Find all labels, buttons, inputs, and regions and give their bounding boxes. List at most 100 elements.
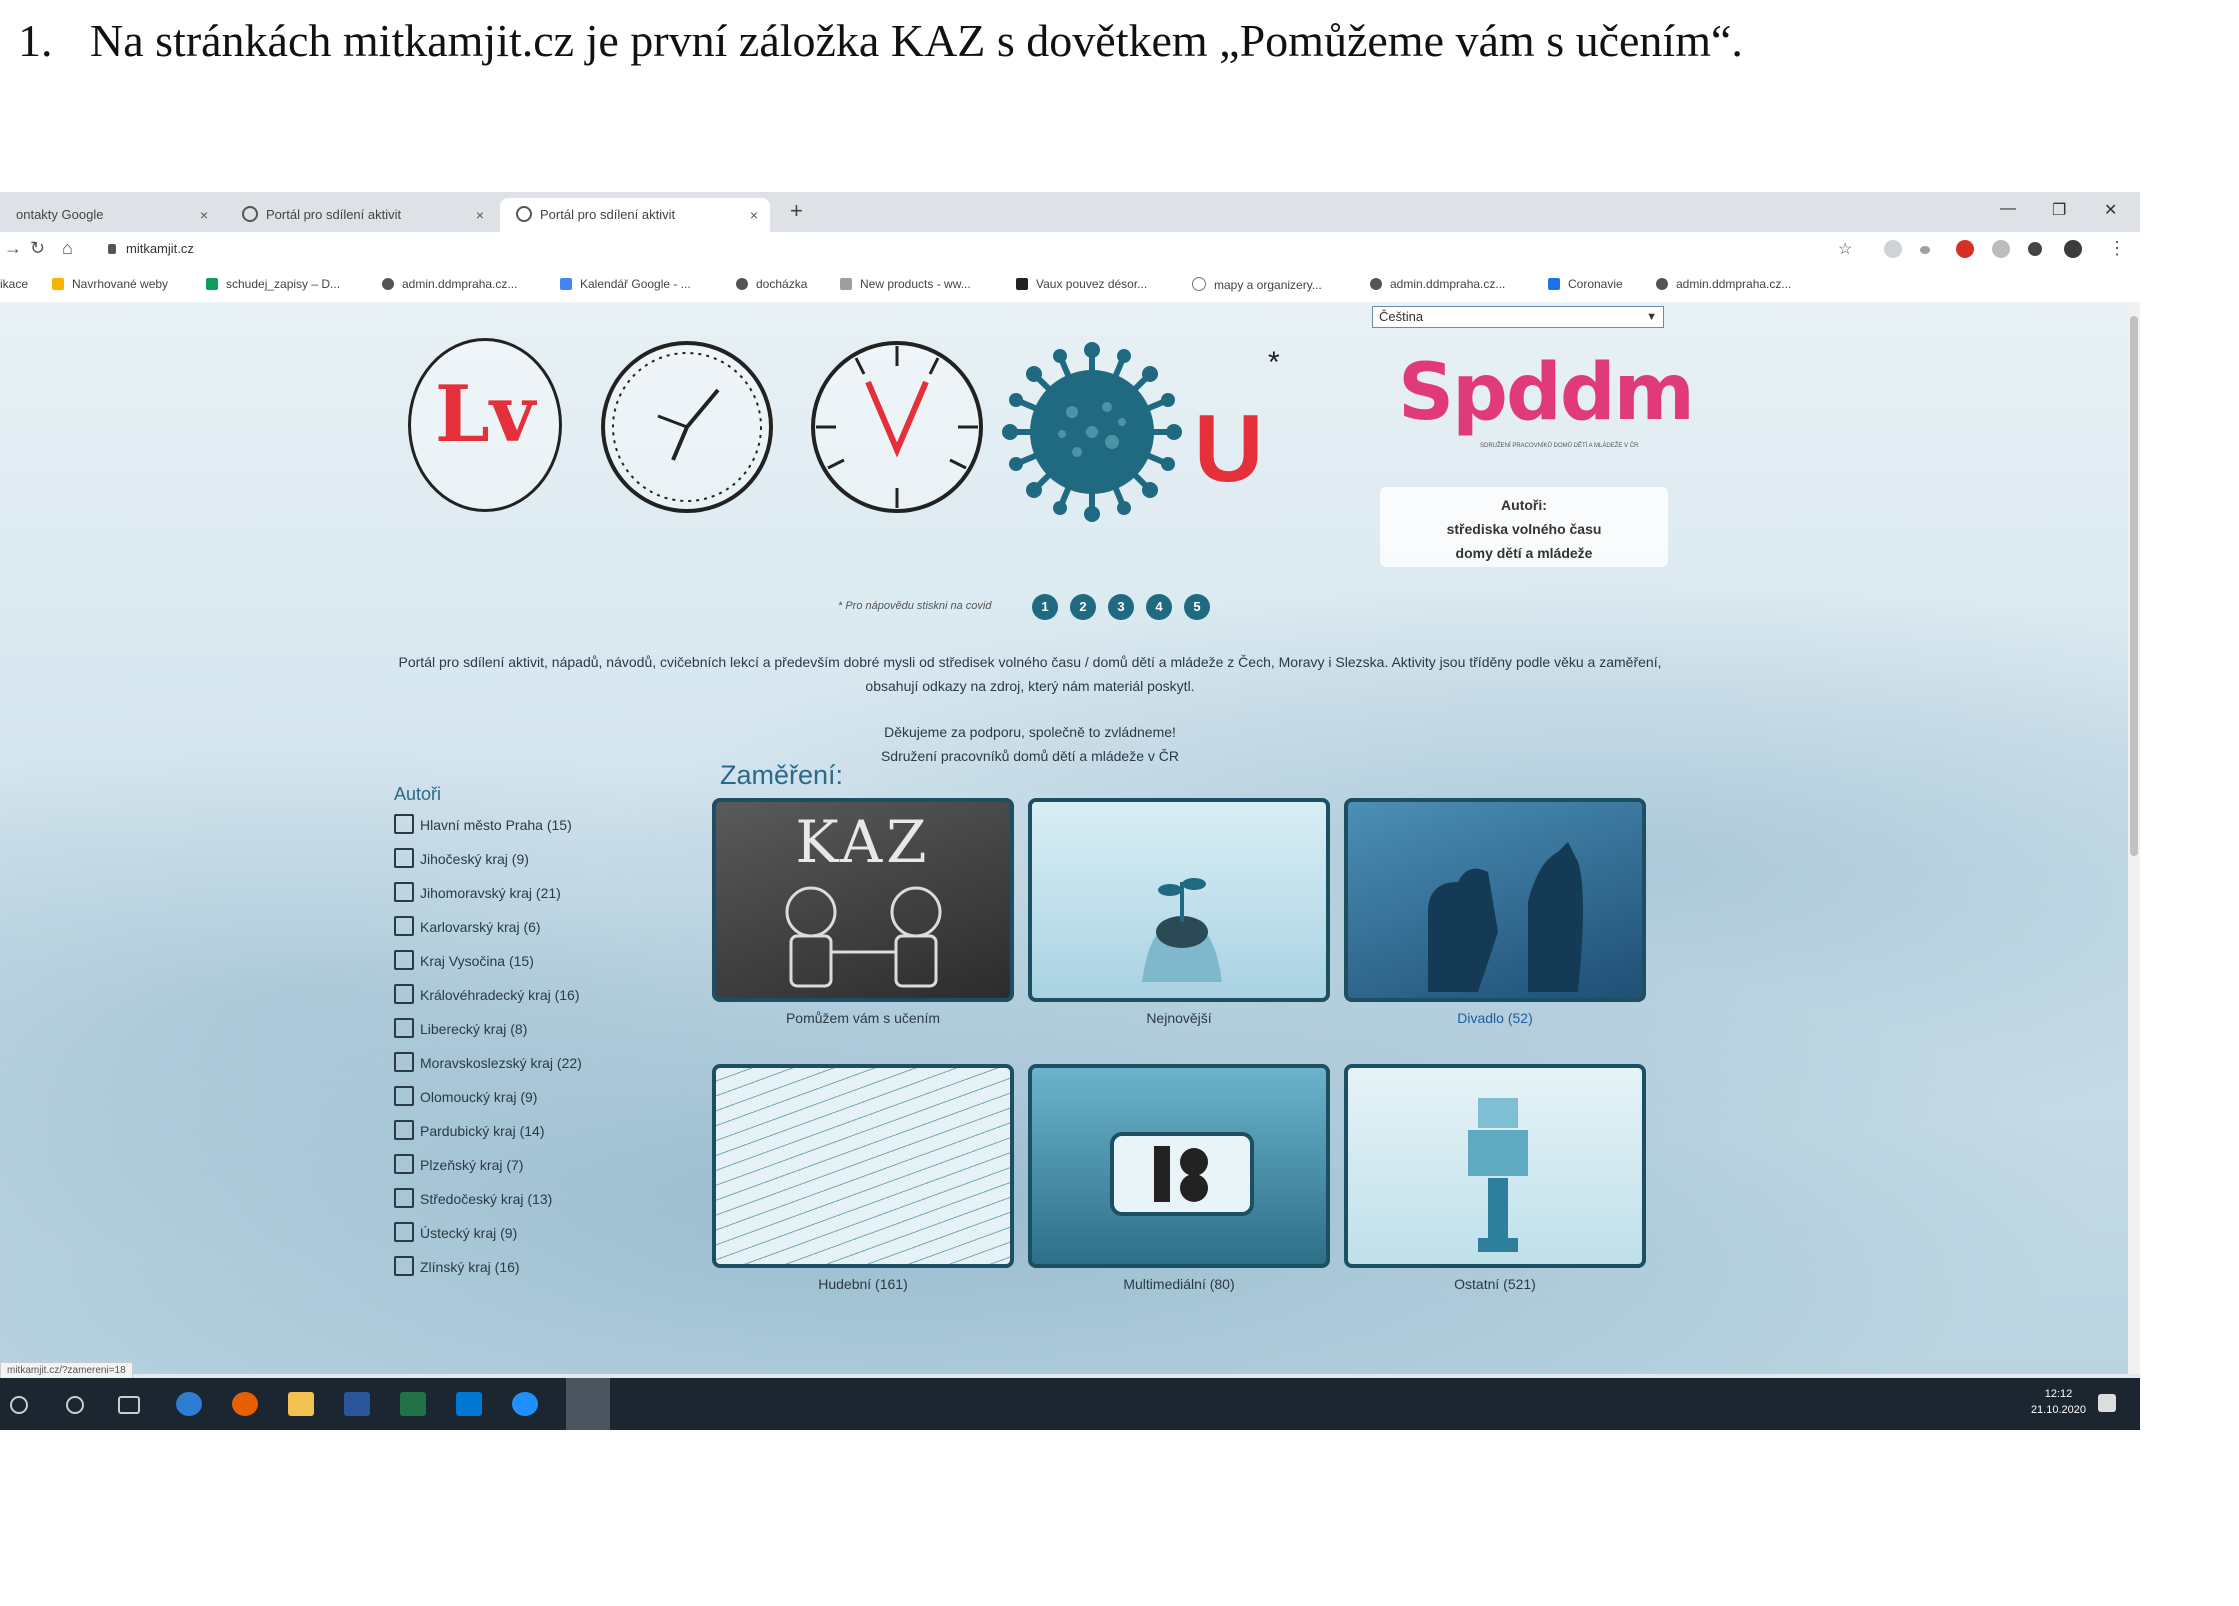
covid-button-2[interactable]: 2 (1070, 594, 1096, 620)
tile-newest[interactable] (1028, 798, 1330, 1002)
minimize-icon[interactable]: — (2000, 200, 2016, 218)
search-icon[interactable] (10, 1396, 28, 1414)
maximize-icon[interactable]: ❐ (2052, 200, 2066, 220)
region-link[interactable]: Středočeský kraj (13) (394, 1188, 552, 1208)
map-icon (394, 950, 414, 970)
notification-icon[interactable] (2098, 1394, 2116, 1412)
window-close-icon[interactable]: ✕ (2104, 200, 2117, 220)
region-link[interactable]: Zlínský kraj (16) (394, 1256, 520, 1276)
extension-icon[interactable] (1956, 240, 1974, 258)
globe-icon (242, 206, 258, 222)
tile-theatre-label[interactable]: Divadlo (52) (1344, 1010, 1646, 1026)
tile-theatre[interactable] (1344, 798, 1646, 1002)
map-icon (394, 1018, 414, 1038)
tile-kaz[interactable]: KAZ (712, 798, 1014, 1002)
edge-icon[interactable] (176, 1392, 202, 1416)
windows-taskbar: 12:12 21.10.2020 (0, 1378, 2140, 1430)
browser-tab-bar: ontakty Google × Portál pro sdílení akti… (0, 192, 2140, 232)
bookmark[interactable]: Coronavie (1548, 277, 1623, 291)
forward-icon[interactable]: → (4, 238, 22, 259)
globe-icon (1656, 278, 1668, 290)
reload-icon[interactable]: ↻ (30, 238, 45, 259)
bookmark[interactable]: docházka (736, 277, 807, 291)
region-link[interactable]: Hlavní město Praha (15) (394, 814, 572, 834)
tile-other[interactable] (1344, 1064, 1646, 1268)
close-icon[interactable]: × (750, 198, 758, 232)
puzzle-icon[interactable] (2028, 242, 2042, 256)
bookmark[interactable]: Vaux pouvez désor... (1016, 277, 1147, 291)
tile-other-label[interactable]: Ostatní (521) (1344, 1276, 1646, 1292)
clock-date: 21.10.2020 (2030, 1404, 2086, 1416)
tile-multimedia-label[interactable]: Multimediální (80) (1028, 1276, 1330, 1292)
drive-icon (206, 278, 218, 290)
taskbar-clock[interactable]: 12:12 21.10.2020 (2031, 1386, 2086, 1418)
bookmark[interactable]: schudej_zapisy – D... (206, 277, 340, 291)
region-link[interactable]: Olomoucký kraj (9) (394, 1086, 537, 1106)
page-icon (1548, 278, 1560, 290)
firefox-icon[interactable] (232, 1392, 258, 1416)
home-icon[interactable]: ⌂ (62, 238, 73, 259)
star-icon[interactable]: ☆ (1838, 239, 1852, 259)
covid-button-4[interactable]: 4 (1146, 594, 1172, 620)
bookmark[interactable]: Navrhované weby (52, 277, 168, 291)
list-number: 1. (18, 15, 53, 66)
tile-multimedia[interactable] (1028, 1064, 1330, 1268)
extension-icon[interactable] (1920, 246, 1930, 254)
tab-1[interactable]: ontakty Google × (0, 198, 220, 232)
map-icon (394, 984, 414, 1004)
tile-newest-label[interactable]: Nejnovější (1028, 1010, 1330, 1026)
region-link[interactable]: Pardubický kraj (14) (394, 1120, 545, 1140)
tile-kaz-label[interactable]: Pomůžem vám s učením (712, 1010, 1014, 1026)
word-icon[interactable] (344, 1392, 370, 1416)
language-select[interactable]: Čeština ▼ (1372, 306, 1664, 328)
task-view-icon[interactable] (118, 1396, 140, 1414)
tile-music[interactable] (712, 1064, 1014, 1268)
region-link[interactable]: Plzeňský kraj (7) (394, 1154, 523, 1174)
url-field[interactable]: mitkamjit.cz (108, 241, 194, 256)
region-link[interactable]: Královéhradecký kraj (16) (394, 984, 580, 1004)
ie-icon[interactable] (512, 1392, 538, 1416)
close-icon[interactable]: × (200, 198, 208, 232)
tab-2[interactable]: Portál pro sdílení aktivit × (226, 198, 496, 232)
bookmark[interactable]: admin.ddmpraha.cz... (1370, 277, 1505, 291)
bookmark[interactable]: New products - ww... (840, 277, 971, 291)
map-icon (394, 1222, 414, 1242)
chrome-icon[interactable] (566, 1378, 610, 1430)
tile-music-label[interactable]: Hudební (161) (712, 1276, 1014, 1292)
covid-button-3[interactable]: 3 (1108, 594, 1134, 620)
clock-v-icon (811, 341, 983, 513)
tab-3[interactable]: Portál pro sdílení aktivit × (500, 198, 770, 232)
tab-3-label: Portál pro sdílení aktivit (540, 207, 676, 222)
bookmark[interactable]: ikace (0, 277, 28, 291)
region-link[interactable]: Karlovarský kraj (6) (394, 916, 541, 936)
excel-icon[interactable] (400, 1392, 426, 1416)
map-icon (394, 814, 414, 834)
region-link[interactable]: Liberecký kraj (8) (394, 1018, 527, 1038)
bookmark[interactable]: admin.ddmpraha.cz... (382, 277, 517, 291)
covid-button-1[interactable]: 1 (1032, 594, 1058, 620)
region-link[interactable]: Ústecký kraj (9) (394, 1222, 517, 1242)
new-tab-icon[interactable]: + (790, 198, 803, 224)
scrollbar-thumb[interactable] (2130, 316, 2138, 856)
folder-icon[interactable] (288, 1392, 314, 1416)
virus-icon (1002, 342, 1182, 522)
globe-icon (382, 278, 394, 290)
close-icon[interactable]: × (476, 198, 484, 232)
region-link[interactable]: Jihočeský kraj (9) (394, 848, 529, 868)
robot-figure-icon (1468, 1098, 1528, 1252)
theatre-silhouette-icon (1428, 842, 1583, 992)
extension-icon[interactable] (1992, 240, 2010, 258)
extension-icon[interactable] (1884, 240, 1902, 258)
menu-icon[interactable]: ⋮ (2108, 238, 2126, 259)
outlook-icon[interactable] (456, 1392, 482, 1416)
page-scrollbar[interactable] (2128, 302, 2140, 1374)
region-link[interactable]: Moravskoslezský kraj (22) (394, 1052, 582, 1072)
bookmark[interactable]: mapy a organizery... (1192, 277, 1322, 292)
avatar[interactable] (2064, 240, 2082, 258)
region-link[interactable]: Kraj Vysočina (15) (394, 950, 534, 970)
cortana-icon[interactable] (66, 1396, 84, 1414)
bookmark[interactable]: admin.ddmpraha.cz... (1656, 277, 1791, 291)
covid-button-5[interactable]: 5 (1184, 594, 1210, 620)
bookmark[interactable]: Kalendář Google - ... (560, 277, 691, 291)
region-link[interactable]: Jihomoravský kraj (21) (394, 882, 561, 902)
